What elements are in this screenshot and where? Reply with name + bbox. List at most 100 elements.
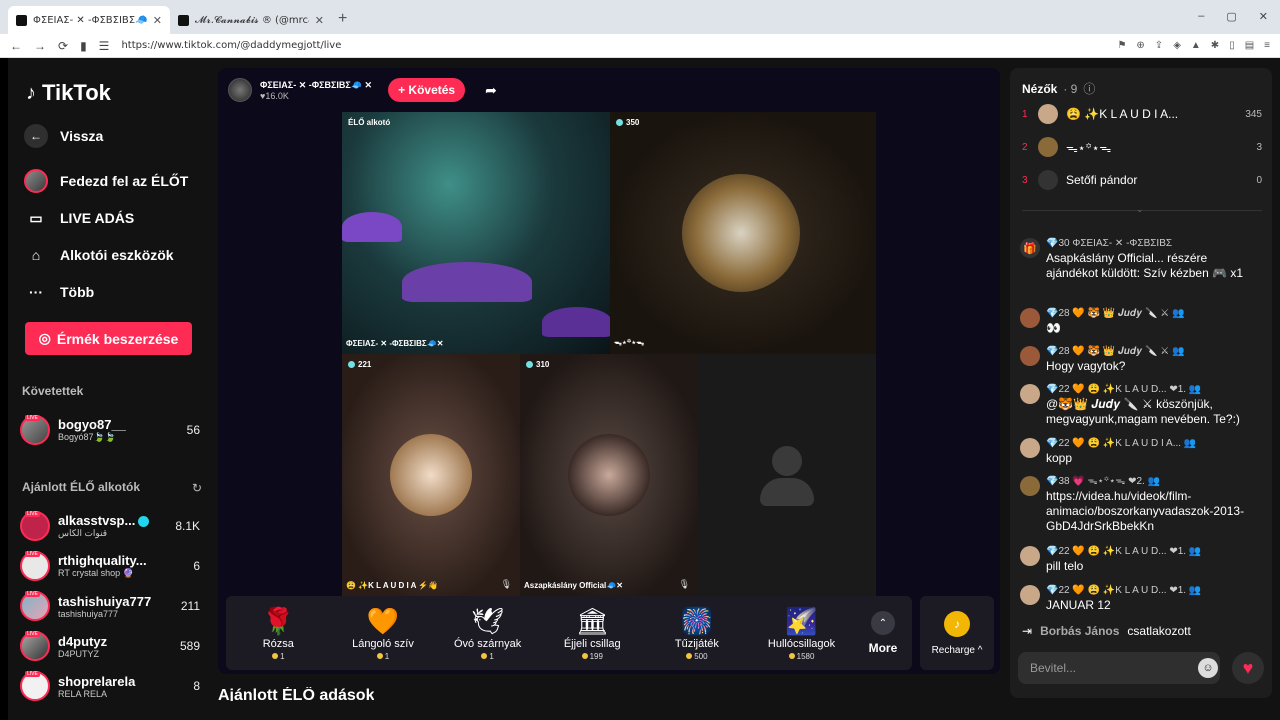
avatar: LIVE	[20, 631, 50, 661]
back-button[interactable]: ← Vissza	[24, 124, 103, 148]
tiktok-logo[interactable]: ♪ TikTok	[26, 80, 111, 106]
home-tools-icon: ⌂	[31, 247, 41, 263]
extension-icon[interactable]: ▲	[1191, 40, 1201, 51]
viewer-row[interactable]: 1 😩 ✨K L A U D I A... 345	[1022, 104, 1262, 124]
puzzle-icon[interactable]: ✱	[1211, 40, 1219, 51]
recommended-creator[interactable]: LIVE shoprelarela RELA RELA 8	[20, 669, 200, 703]
mic-muted-icon: 🎙	[678, 579, 690, 589]
browser-tab-active[interactable]: ΦΣΕΙΑΣ- ✕ -ΦΣΒΣΙΒΣ🧢 (@da ✕	[8, 6, 170, 34]
gift-item[interactable]: 🎆 Tűzijáték 500	[645, 606, 750, 661]
viewer-name: Setőfi pándor	[1066, 173, 1138, 187]
recommended-creator[interactable]: LIVE tashishuiya777 tashishuiya777 211	[20, 589, 200, 623]
avatar: LIVE	[20, 511, 50, 541]
message-link[interactable]: https://videa.hu/videok/film-animacio/bo…	[1046, 489, 1260, 534]
nav-live-broadcast[interactable]: ▭ LIVE ADÁS	[24, 206, 134, 230]
recharge-button[interactable]: ♪ Recharge ^	[920, 596, 994, 670]
sidebar: ♪ TikTok ← Vissza Fedezd fel az ÉLŐT ▭ L…	[8, 58, 210, 720]
close-tab-icon[interactable]: ✕	[315, 14, 324, 27]
reload-icon[interactable]: ⟳	[58, 39, 68, 53]
message-meta: 💎28 🧡 🐯 👑 𝑱𝒖𝒅𝒚 🔪 ⚔ 👥	[1046, 346, 1185, 357]
coin-icon	[376, 653, 383, 659]
share-icon[interactable]: ➦	[485, 82, 497, 99]
viewer-name: ᯓ⋆꙳⋆ᯓ	[1066, 140, 1112, 155]
follow-button[interactable]: + Követés	[388, 78, 466, 102]
tab-title: 𝓜𝓻.𝓒𝓪𝓷𝓷𝓪𝓫𝓲𝓼 ® (@mrcannabis_)	[195, 14, 309, 26]
followed-creator[interactable]: LIVE bogyo87__ Bogyó87🍃🍃 56	[20, 413, 200, 447]
host-avatar[interactable]	[228, 78, 252, 102]
rose-icon: 🌹	[262, 605, 295, 636]
gift-item[interactable]: 🌹 Rózsa 1	[226, 606, 331, 661]
chevron-up-icon: ⌃	[870, 611, 895, 635]
nav-label: LIVE ADÁS	[60, 210, 135, 226]
viewer-row[interactable]: 2 ᯓ⋆꙳⋆ᯓ 3	[1022, 137, 1262, 157]
minimize-button[interactable]: –	[1198, 10, 1204, 23]
video-cell-empty[interactable]	[698, 354, 876, 596]
chat-message: 💎22 🧡 😩 ✨K L A U D I A... 👥 kopp	[1020, 436, 1260, 466]
creator-name: d4putyz	[58, 633, 108, 649]
refresh-icon[interactable]: ↻	[192, 481, 202, 495]
maximize-button[interactable]: ▢	[1226, 10, 1236, 23]
nav-explore-live[interactable]: Fedezd fel az ÉLŐT	[24, 169, 188, 193]
bookmark-icon[interactable]: ▮	[80, 39, 87, 53]
join-text: csatlakozott	[1127, 624, 1191, 638]
help-icon[interactable]: ⓘ	[1083, 80, 1095, 97]
emoji-icon[interactable]: ☺	[1198, 658, 1218, 678]
gift-item[interactable]: 🏛 Éjjeli csillag 199	[540, 606, 645, 661]
host-bar: ΦΣΕΙΑΣ- ✕ -ΦΣΒΣΙΒΣ🧢 ✕ ♥16.0K + Követés ➦	[228, 78, 497, 102]
creator-sub: قنوات الكاس	[58, 528, 108, 538]
url-field[interactable]: https://www.tiktok.com/@daddymegjott/liv…	[121, 40, 1105, 51]
browser-tab[interactable]: 𝓜𝓻.𝓒𝓪𝓷𝓷𝓪𝓫𝓲𝓼 ® (@mrcannabis_) ✕	[170, 6, 332, 34]
viewer-dot-icon	[616, 119, 623, 126]
menu-icon[interactable]: ≡	[1264, 40, 1270, 51]
coin-button-label: Érmék beszerzése	[56, 330, 179, 347]
recommended-creator[interactable]: LIVE rthighquality... RT crystal shop 🔮 …	[20, 549, 200, 583]
heart-button[interactable]: ♥	[1232, 652, 1264, 684]
gift-item[interactable]: 🌠 Hullócsillagok 1580	[749, 606, 854, 661]
close-window-button[interactable]: ✕	[1259, 10, 1268, 23]
host-name[interactable]: ΦΣΕΙΑΣ- ✕ -ΦΣΒΣΙΒΣ🧢 ✕	[260, 80, 372, 91]
guest-avatar	[568, 434, 650, 516]
video-cell-guest[interactable]: 350 ᯓ⋆꙳⋆ᯓ	[610, 112, 876, 354]
close-tab-icon[interactable]: ✕	[153, 14, 162, 27]
recommended-creator[interactable]: LIVE d4putyz D4PUTYZ 589	[20, 629, 200, 663]
message-meta: 💎22 🧡 😩 ✨K L A U D I A... 👥	[1046, 438, 1197, 449]
avatar	[1020, 384, 1040, 404]
video-cell-guest[interactable]: 310 Aszapkáslány Official🧢✕ 🎙	[520, 354, 698, 596]
new-tab-button[interactable]: +	[338, 10, 347, 28]
forward-arrow-icon[interactable]: →	[34, 39, 46, 53]
share-icon[interactable]: ⇪	[1155, 40, 1163, 51]
wallet-icon[interactable]: ▤	[1245, 40, 1254, 51]
message-meta: 💎28 🧡 🐯 👑 𝑱𝒖𝒅𝒚 🔪 ⚔ 👥	[1046, 308, 1185, 319]
sidebar-icon[interactable]: ▯	[1229, 40, 1235, 51]
video-cell-guest[interactable]: 221 😩 ✨K L A U D I A ⚡👋 🎙	[342, 354, 520, 596]
nav-creator-tools[interactable]: ⌂ Alkotói eszközök	[24, 243, 174, 267]
chat-input[interactable]: Bevitel...	[1018, 652, 1220, 684]
viewer-row[interactable]: 3 Setőfi pándor 0	[1022, 170, 1262, 190]
back-arrow-icon[interactable]: ←	[10, 39, 22, 53]
message-meta: 💎38 💗 ᯓ⋆꙳⋆ᯓ ❤2. 👥	[1046, 476, 1161, 487]
message-meta: 💎22 🧡 😩 ✨K L A U D... ❤1. 👥	[1046, 546, 1202, 557]
message-text: @🐯👑 𝑱𝒖𝒅𝒚 🔪 ⚔ köszönjük, megvagyunk,magam…	[1046, 397, 1240, 426]
video-cell-host[interactable]: ÉLŐ alkotó ΦΣΕΙΑΣ- ✕ -ΦΣΒΣΙΒΣ🧢✕	[342, 112, 610, 354]
viewer-score: 0	[1256, 174, 1262, 186]
gift-item[interactable]: 🕊 Óvó szárnyak 1	[435, 606, 540, 661]
get-coins-button[interactable]: ◎ Érmék beszerzése	[25, 322, 192, 355]
zoom-icon[interactable]: ⊕	[1136, 40, 1144, 51]
nav-label: Fedezd fel az ÉLŐT	[60, 173, 189, 189]
gift-name: Lángoló szív	[352, 637, 414, 650]
chevron-down-icon[interactable]: ⌄	[1136, 204, 1144, 215]
address-bar: ← → ⟳ ▮ ☰ https://www.tiktok.com/@daddym…	[0, 34, 1280, 58]
gift-item[interactable]: 🧡 Lángoló szív 1	[331, 606, 436, 661]
translate-icon[interactable]: ⚑	[1117, 40, 1126, 51]
nav-more[interactable]: ··· Több	[24, 280, 94, 304]
coin-icon	[686, 653, 693, 659]
join-name: Borbás János	[1040, 624, 1120, 638]
more-gifts-button[interactable]: ⌃ More	[854, 611, 912, 655]
viewer-count: 8.1K	[175, 519, 200, 533]
site-settings-icon[interactable]: ☰	[99, 39, 110, 53]
tiktok-note-icon: ♪	[26, 81, 36, 104]
shield-icon[interactable]: ◈	[1173, 40, 1181, 51]
recommended-creator[interactable]: LIVE alkasstvsp... قنوات الكاس 8.1K	[20, 509, 200, 543]
cell-name: Aszapkáslány Official🧢✕	[524, 581, 623, 590]
mushroom-shape	[342, 212, 402, 242]
